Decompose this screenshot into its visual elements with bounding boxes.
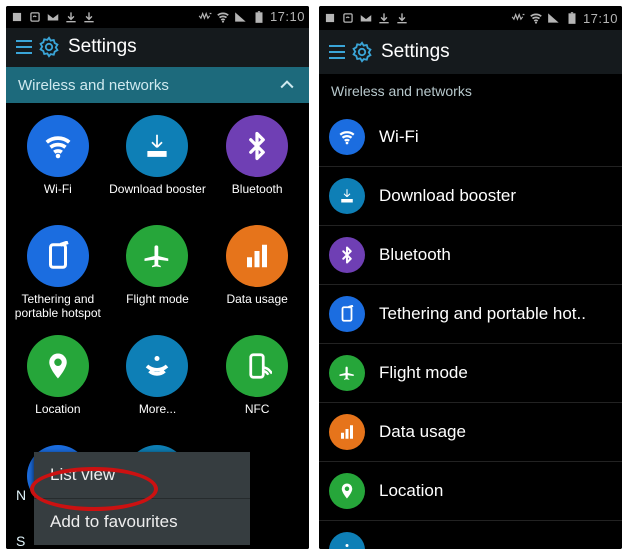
status-clock: 17:10 <box>583 11 618 26</box>
grid-item-data-usage[interactable]: Data usage <box>207 219 307 329</box>
section-header-wireless[interactable]: Wireless and networks <box>6 67 309 103</box>
status-bar: 17:10 <box>319 6 622 30</box>
page-title: Settings <box>381 41 450 63</box>
list-item-location[interactable]: Location <box>319 462 622 521</box>
grid-item-tethering[interactable]: Tethering and portable hotspot <box>8 219 108 329</box>
chevron-up-icon <box>277 75 297 95</box>
airplane-icon <box>329 355 365 391</box>
signal-icon <box>234 10 248 24</box>
grid-item-wifi[interactable]: Wi-Fi <box>8 109 108 219</box>
grid-item-flight-mode[interactable]: Flight mode <box>108 219 208 329</box>
app-header: Settings <box>319 30 622 74</box>
signal-icon <box>547 11 561 25</box>
tethering-icon <box>27 225 89 287</box>
list-item-bluetooth[interactable]: Bluetooth <box>319 226 622 285</box>
battery-icon <box>252 10 266 24</box>
grid-item-download-booster[interactable]: Download booster <box>108 109 208 219</box>
list-item-wifi[interactable]: Wi-Fi <box>319 108 622 167</box>
gear-icon <box>38 36 60 58</box>
menu-item-list-view[interactable]: List view <box>34 452 250 499</box>
screenshot-icon <box>28 10 42 24</box>
page-title: Settings <box>68 36 137 58</box>
nfc-icon <box>226 335 288 397</box>
list-item-tethering[interactable]: Tethering and portable hot.. <box>319 285 622 344</box>
list-item-partial[interactable] <box>319 521 622 549</box>
tethering-icon <box>329 296 365 332</box>
status-bar: 17:10 <box>6 6 309 28</box>
peek-letters: N S <box>16 487 26 549</box>
more-icon <box>329 532 365 549</box>
grid-item-more[interactable]: More... <box>108 329 208 439</box>
download-icon <box>64 10 78 24</box>
bluetooth-icon <box>329 237 365 273</box>
context-menu: List view Add to favourites <box>34 452 250 545</box>
settings-list: Wireless and networks Wi-Fi Download boo… <box>319 74 622 549</box>
download-icon <box>82 10 96 24</box>
airplane-icon <box>126 225 188 287</box>
bluetooth-icon <box>226 115 288 177</box>
mail-icon <box>46 10 60 24</box>
list-item-data-usage[interactable]: Data usage <box>319 403 622 462</box>
grid-item-nfc[interactable]: NFC <box>207 329 307 439</box>
stop-icon <box>10 10 24 24</box>
download-booster-icon <box>329 178 365 214</box>
gear-icon <box>351 41 373 63</box>
download-icon <box>395 11 409 25</box>
stop-icon <box>323 11 337 25</box>
drawer-icon[interactable] <box>329 45 345 59</box>
drawer-icon[interactable] <box>16 40 32 54</box>
wifi-icon <box>529 11 543 25</box>
location-icon <box>27 335 89 397</box>
grid-item-bluetooth[interactable]: Bluetooth <box>207 109 307 219</box>
list-item-flight-mode[interactable]: Flight mode <box>319 344 622 403</box>
status-clock: 17:10 <box>270 9 305 24</box>
download-icon <box>377 11 391 25</box>
section-title: Wireless and networks <box>18 77 169 94</box>
mail-icon <box>359 11 373 25</box>
vibrate-icon <box>511 11 525 25</box>
battery-icon <box>565 11 579 25</box>
wifi-icon <box>329 119 365 155</box>
grid-item-location[interactable]: Location <box>8 329 108 439</box>
menu-item-add-favourites[interactable]: Add to favourites <box>34 499 250 545</box>
more-icon <box>126 335 188 397</box>
phone-left: 17:10 Settings Wireless and networks Wi-… <box>6 6 309 549</box>
vibrate-icon <box>198 10 212 24</box>
phone-right: 17:10 Settings Wireless and networks Wi-… <box>319 6 622 549</box>
wifi-icon <box>27 115 89 177</box>
section-header-wireless: Wireless and networks <box>319 74 622 108</box>
wifi-icon <box>216 10 230 24</box>
screenshot-icon <box>341 11 355 25</box>
data-usage-icon <box>226 225 288 287</box>
app-header: Settings <box>6 28 309 68</box>
location-icon <box>329 473 365 509</box>
download-booster-icon <box>126 115 188 177</box>
list-item-download-booster[interactable]: Download booster <box>319 167 622 226</box>
data-usage-icon <box>329 414 365 450</box>
